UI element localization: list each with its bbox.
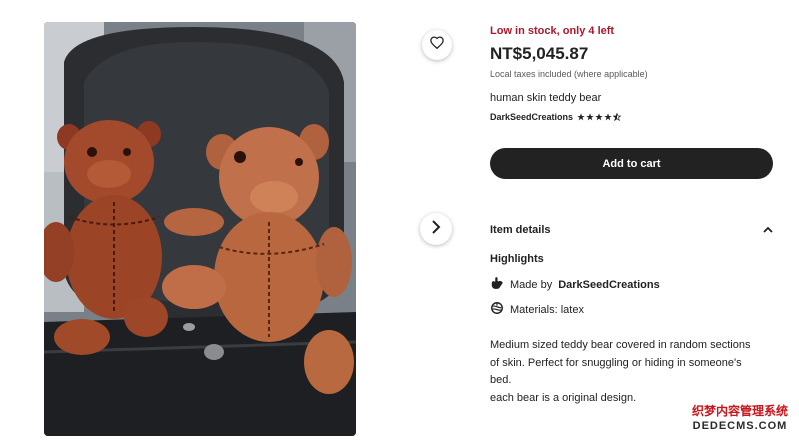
chevron-right-icon [430,219,442,239]
materials-icon [490,301,504,318]
half-star-icon [613,113,622,121]
description-line: bed. [490,374,512,386]
item-details-header: Item details [490,224,551,236]
item-details-toggle[interactable]: Item details [490,222,773,238]
listing-title: human skin teddy bear [490,92,602,104]
product-photo[interactable] [44,22,356,436]
description-line: Medium sized teddy bear covered in rando… [490,339,751,351]
stock-notice: Low in stock, only 4 left [490,25,615,37]
watermark-line-2: DEDECMS.COM [692,420,788,432]
heart-icon [430,36,444,54]
next-image-button[interactable] [420,213,452,245]
star-icon [586,113,594,121]
highlights-heading: Highlights [490,253,544,265]
product-photo-art [44,22,356,436]
made-by-label: Made by [510,278,553,291]
favorite-button[interactable] [422,30,452,60]
shop-rating-row: DarkSeedCreations [490,112,622,122]
materials-text: Materials: latex [510,303,584,316]
shop-name-link[interactable]: DarkSeedCreations [490,112,573,122]
star-rating[interactable] [577,113,622,121]
star-icon [577,113,585,121]
hand-icon [490,276,504,293]
tax-note: Local taxes included (where applicable) [490,69,648,79]
star-icon [604,113,612,121]
made-by-row: Made by DarkSeedCreations [490,276,660,293]
chevron-up-icon [763,221,773,239]
materials-row: Materials: latex [490,301,584,318]
description-line: of skin. Perfect for snuggling or hiding… [490,356,742,369]
site-watermark: 织梦内容管理系统 DEDECMS.COM [688,404,792,433]
star-icon [595,113,603,121]
item-description: Medium sized teddy bear covered in rando… [490,337,780,407]
watermark-line-1: 织梦内容管理系统 [691,404,788,418]
add-to-cart-button[interactable]: Add to cart [490,148,773,179]
price: NT$5,045.87 [490,44,589,63]
made-by-shop-link[interactable]: DarkSeedCreations [558,279,660,291]
